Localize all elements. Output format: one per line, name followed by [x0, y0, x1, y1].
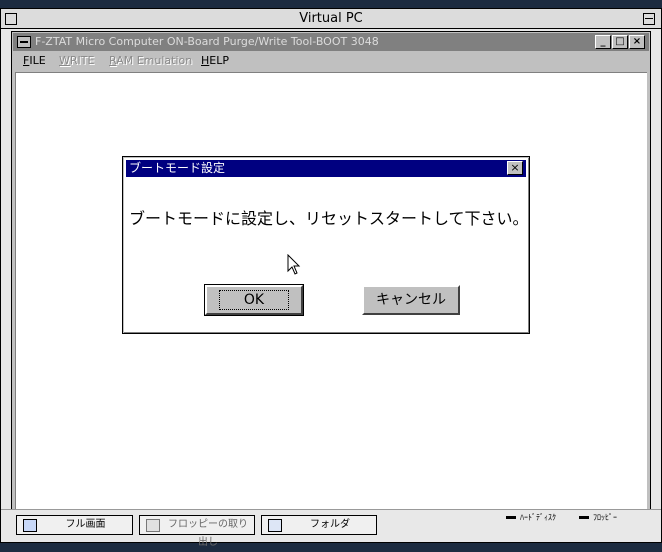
- folder-icon: [268, 519, 282, 532]
- menu-file[interactable]: FILE: [23, 52, 46, 70]
- menu-help[interactable]: HELP: [201, 52, 229, 70]
- fullscreen-button[interactable]: フル画面: [16, 515, 133, 535]
- floppy-eject-label: フロッピーの取り出し: [168, 519, 248, 548]
- folder-label: フォルダ: [310, 519, 350, 530]
- dialog-title: ブートモード設定: [129, 161, 226, 175]
- menu-bar: FILE WRITE RAM Emulation HELP: [13, 52, 649, 70]
- cancel-button[interactable]: キャンセル: [362, 285, 460, 315]
- dialog-message: ブートモードに設定し、リセットスタートして下さい。: [129, 209, 529, 228]
- floppy-icon: [146, 519, 160, 532]
- app-window-title: F-ZTAT Micro Computer ON-Board Purge/Wri…: [35, 35, 379, 48]
- mac-statusbar: フル画面 フロッピーの取り出し フォルダ ﾊｰﾄﾞﾃﾞｨｽｸ ﾌﾛｯﾋﾟｰ: [1, 509, 661, 548]
- system-menu-icon[interactable]: [17, 36, 31, 48]
- dialog-close-button[interactable]: ×: [507, 161, 523, 175]
- minimize-button[interactable]: _: [595, 35, 611, 49]
- ok-label: OK: [218, 290, 290, 310]
- mac-window-title: Virtual PC: [1, 9, 661, 29]
- dialog-titlebar[interactable]: ブートモード設定 ×: [126, 160, 526, 177]
- boot-mode-dialog: ブートモード設定 × ブートモードに設定し、リセットスタートして下さい。 OK …: [122, 156, 530, 334]
- mouse-pointer-icon: [287, 254, 301, 275]
- floppy-indicator: ﾌﾛｯﾋﾟｰ: [579, 512, 617, 524]
- screen-icon: [23, 519, 37, 532]
- floppy-eject-button[interactable]: フロッピーの取り出し: [139, 515, 255, 548]
- fullscreen-label: フル画面: [65, 519, 106, 530]
- mac-titlebar[interactable]: Virtual PC: [1, 9, 661, 29]
- hard-disk-indicator: ﾊｰﾄﾞﾃﾞｨｽｸ: [506, 512, 556, 524]
- close-button[interactable]: ×: [629, 35, 645, 49]
- mac-collapse-box[interactable]: [643, 13, 655, 25]
- folder-button[interactable]: フォルダ: [261, 515, 377, 535]
- menu-ram-emulation[interactable]: RAM Emulation: [109, 52, 192, 70]
- menu-write[interactable]: WRITE: [59, 52, 94, 70]
- ok-button[interactable]: OK: [204, 284, 304, 316]
- maximize-button[interactable]: □: [612, 35, 628, 49]
- app-titlebar[interactable]: F-ZTAT Micro Computer ON-Board Purge/Wri…: [13, 33, 649, 51]
